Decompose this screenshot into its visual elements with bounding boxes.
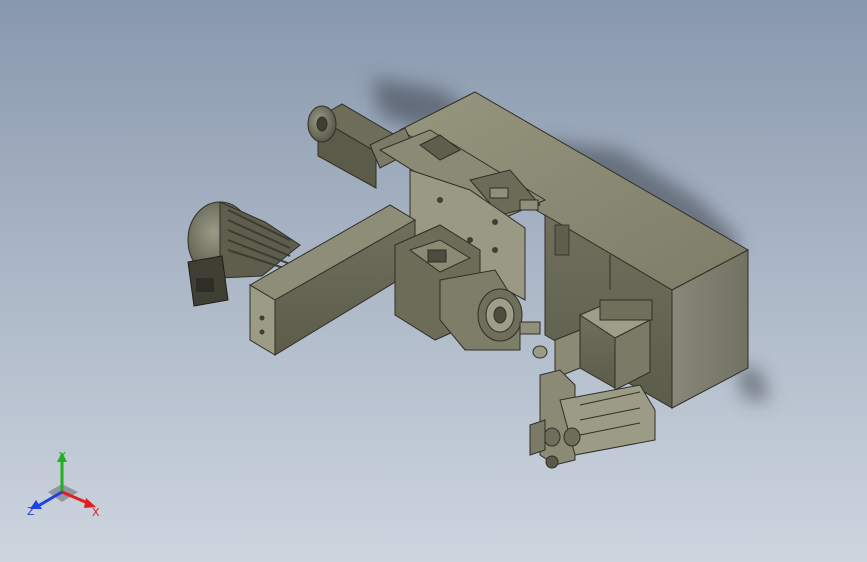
axis-triad: Y X Z	[22, 446, 112, 526]
triad-graphic: Y X Z	[27, 450, 100, 519]
x-axis-label: X	[92, 506, 100, 519]
assembly-model[interactable]	[0, 0, 867, 562]
belt-housing[interactable]	[249, 204, 416, 356]
cad-viewport[interactable]: Y X Z	[0, 0, 867, 562]
z-axis-label: Z	[27, 505, 35, 518]
y-axis-label: Y	[58, 450, 66, 463]
